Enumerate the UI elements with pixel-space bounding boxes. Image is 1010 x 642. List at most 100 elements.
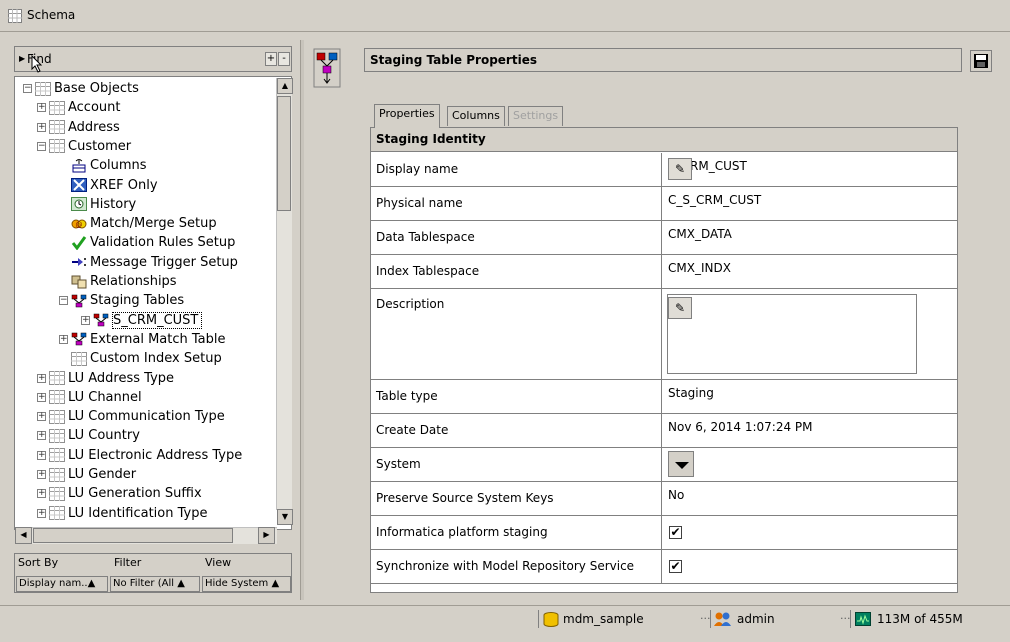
mouse-cursor-icon [31,55,43,73]
tree-expander-icon[interactable]: + [37,122,46,132]
tree-item-label: Validation Rules Setup [90,235,236,251]
tree-expander-icon[interactable]: + [37,508,46,518]
tree-item-label: XREF Only [90,177,158,193]
find-bar[interactable]: ▶ Find + - [14,46,292,73]
expand-all-button[interactable]: + [265,52,277,66]
tree-item[interactable]: + LU Generation Suffix [37,484,202,503]
tree-item[interactable]: Relationships [59,272,177,291]
tree-expander-icon[interactable]: + [81,315,90,325]
tree-expander-icon[interactable]: + [37,373,46,383]
table-icon [49,506,65,521]
property-label-cell: Create Date [371,414,662,447]
property-row: Display name S_CRM_CUST ✎ [371,153,957,187]
tree-expander-icon[interactable]: + [59,334,68,344]
schema-tree[interactable]: − Base Objects + Account + Address − Customer Co… [14,76,292,530]
property-value: C_S_CRM_CUST [668,193,762,207]
panel-splitter[interactable] [300,40,304,600]
tree-item[interactable]: @ Match/Merge Setup [59,214,217,233]
tree-item[interactable]: History [59,195,136,214]
relationships-icon [71,275,87,289]
tree-expander-icon[interactable]: + [37,392,46,402]
tree-expander-icon[interactable]: − [37,141,46,151]
tree-item[interactable]: Validation Rules Setup [59,233,235,252]
schema-icon [8,9,22,23]
sort-by-dropdown[interactable]: Display nam..▲ [16,576,108,592]
tree-item[interactable]: + S_CRM_CUST [81,311,203,330]
tree-expander-icon[interactable]: + [37,489,46,499]
property-row: Description ✎ [371,289,957,380]
tree-item[interactable]: + LU Identification Type [37,504,207,523]
filter-dropdown[interactable]: No Filter (All ▲ [110,576,200,592]
tree-expander-icon[interactable]: − [59,296,68,306]
scroll-down-button[interactable]: ▼ [277,509,293,525]
tree-item[interactable]: Columns [59,156,147,175]
property-value-cell[interactable]: S_CRM_CUST ✎ [663,153,957,186]
expand-arrow-icon[interactable]: ▶ [19,54,25,63]
view-dropdown[interactable]: Hide System ▲ [202,576,291,592]
tree-item[interactable]: − Base Objects [23,79,139,98]
property-row: Index Tablespace CMX_INDX [371,255,957,289]
tree-expander-icon[interactable]: + [37,431,46,441]
tree-item[interactable]: − Staging Tables [59,291,184,310]
property-value-cell: Nov 6, 2014 1:07:24 PM [663,414,957,447]
save-button[interactable] [970,50,992,72]
property-label: Description [376,297,445,311]
property-label-cell: Description [371,289,662,379]
edit-pencil-icon[interactable]: ✎ [668,158,692,180]
message-trigger-icon [71,255,87,269]
tree-item-label: History [90,196,137,212]
filter-label: Filter [114,556,142,569]
scroll-up-button[interactable]: ▲ [277,78,293,94]
staging-identity-header: Staging Identity [371,128,957,152]
table-icon [49,409,65,424]
property-value-cell[interactable]: ✔ [663,516,957,549]
tree-item[interactable]: Custom Index Setup [59,349,222,368]
edit-pencil-icon[interactable]: ✎ [668,297,692,319]
tree-expander-icon[interactable]: + [37,103,46,113]
vertical-scroll-thumb[interactable] [277,96,291,211]
tree-item[interactable]: − Customer [37,137,131,156]
tab-columns[interactable]: Columns [447,106,505,126]
tree-item[interactable]: + LU Address Type [37,369,174,388]
collapse-all-button[interactable]: - [278,52,290,66]
tree-item[interactable]: + LU Electronic Address Type [37,446,242,465]
table-icon [49,486,65,501]
tab-properties[interactable]: Properties [374,104,440,128]
tree-item[interactable]: Message Trigger Setup [59,253,238,272]
dropdown-arrow-icon[interactable] [668,451,694,477]
tree-expander-icon[interactable]: + [37,412,46,422]
database-status: mdm_sample [538,610,698,628]
tree-item-label: LU Country [68,428,140,444]
property-value-cell: CMX_INDX [663,255,957,288]
property-row: System SFA [371,448,957,482]
tree-item[interactable]: + LU Channel [37,388,142,407]
description-textarea[interactable] [667,294,917,374]
property-value-cell[interactable]: ✎ [663,289,957,379]
tree-expander-icon[interactable]: + [37,450,46,460]
columns-icon [71,158,87,173]
property-value-cell[interactable]: SFA [663,448,957,481]
tree-item-label: LU Channel [68,389,142,405]
sort-by-label: Sort By [18,556,59,569]
property-checkbox[interactable]: ✔ [669,526,682,539]
tree-item[interactable]: + LU Country [37,426,140,445]
tree-expander-icon[interactable]: + [37,470,46,479]
tree-item[interactable]: + LU Gender [37,465,136,484]
tree-item-label: Address [68,119,120,135]
sort-filter-view-bar: Sort By Filter View Display nam..▲ No Fi… [14,553,292,593]
property-value-cell: C_S_CRM_CUST [663,187,957,220]
tree-expander-icon[interactable]: − [23,84,32,93]
view-label: View [205,556,232,569]
tree-item[interactable]: + Address [37,118,120,137]
scroll-right-button[interactable]: ▶ [258,527,275,544]
match-merge-icon: @ [71,217,87,231]
horizontal-scroll-thumb[interactable] [33,528,233,543]
scroll-left-button[interactable]: ◀ [15,527,32,544]
tree-item[interactable]: + LU Communication Type [37,407,225,426]
tree-item[interactable]: + Account [37,98,121,117]
property-value-cell[interactable]: ✔ [663,550,957,583]
tree-item[interactable]: XREF Only [59,176,158,195]
history-icon [71,197,87,212]
property-checkbox[interactable]: ✔ [669,560,682,573]
tree-item[interactable]: + External Match Table [59,330,225,349]
